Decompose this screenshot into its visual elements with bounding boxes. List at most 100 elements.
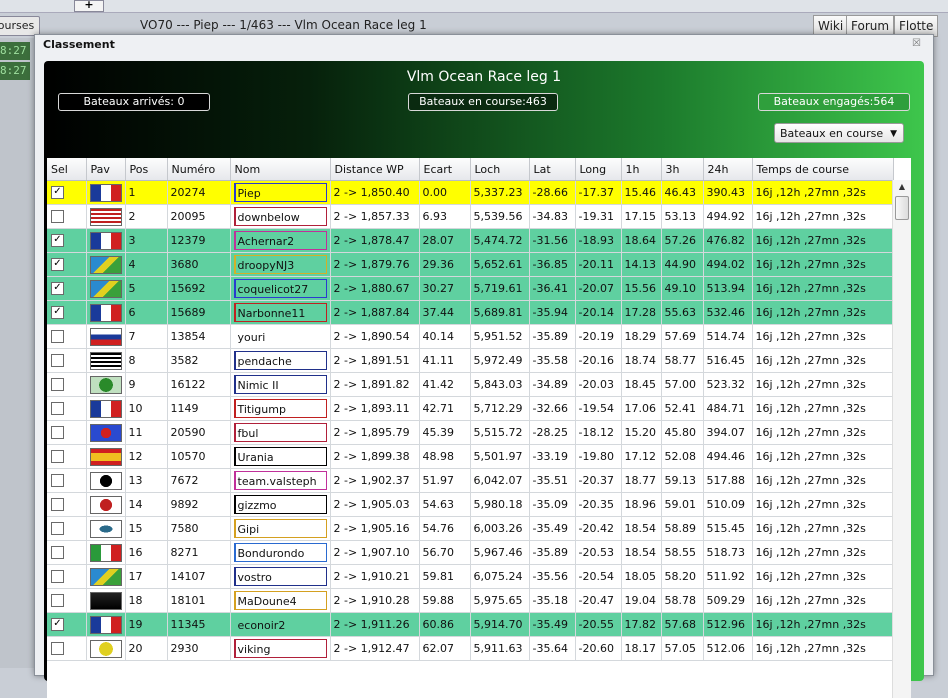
- scroll-thumb[interactable]: [895, 196, 909, 220]
- boat-name[interactable]: Titigump: [233, 399, 327, 418]
- select-checkbox[interactable]: ✓: [51, 234, 64, 247]
- select-checkbox[interactable]: [51, 594, 64, 607]
- table-row[interactable]: ✓ 6 15689 Narbonne11 2 -> 1,887.84 37.44 5,689…: [47, 300, 894, 325]
- boat-name[interactable]: MaDoune4: [233, 591, 327, 610]
- cell-long: -20.53: [575, 540, 622, 565]
- select-checkbox[interactable]: [51, 426, 64, 439]
- select-checkbox[interactable]: [51, 450, 64, 463]
- table-header: Sel Pav Pos Numéro Nom Distance WP Ecart Loch La…: [47, 158, 894, 181]
- column-header[interactable]: 24h: [703, 158, 753, 181]
- column-header[interactable]: Long: [575, 158, 622, 181]
- boat-name[interactable]: Narbonne11: [233, 303, 327, 322]
- table-row[interactable]: 16 8271 Bondurondo 2 -> 1,907.10 56.70 5,967.…: [47, 540, 894, 565]
- select-checkbox[interactable]: [51, 330, 64, 343]
- flag-icon: [89, 207, 122, 226]
- cell-lat: -35.09: [529, 492, 576, 517]
- cell-time: 16j ,12h ,27mn ,32s: [752, 516, 894, 541]
- table-row[interactable]: 8 3582 pendache 2 -> 1,891.51 41.11 5,972.49-…: [47, 348, 894, 373]
- boat-name[interactable]: youri: [233, 327, 327, 346]
- table-row[interactable]: 12 10570 Urania 2 -> 1,899.38 48.98 5,501.97-…: [47, 444, 894, 469]
- boat-name[interactable]: gizzmo: [233, 495, 327, 514]
- select-checkbox[interactable]: [51, 546, 64, 559]
- boat-name[interactable]: Achernar2: [233, 231, 327, 250]
- table-row[interactable]: 15 7580 Gipi 2 -> 1,905.16 54.76 6,003.26 -35.…: [47, 516, 894, 541]
- column-header[interactable]: Loch: [470, 158, 530, 181]
- boat-name[interactable]: team.valsteph: [233, 471, 327, 490]
- table-row[interactable]: ✓ 1 20274 Piep 2 -> 1,850.40 0.00 5,337.23 -28.…: [47, 180, 894, 205]
- boat-name[interactable]: Urania: [233, 447, 327, 466]
- column-header[interactable]: Sel: [47, 158, 87, 181]
- select-checkbox[interactable]: [51, 642, 64, 655]
- table-row[interactable]: 20 2930 viking 2 -> 1,912.47 62.07 5,911.63 -3…: [47, 636, 894, 661]
- column-header[interactable]: Pav: [86, 158, 126, 181]
- cell-lat: -36.85: [529, 252, 576, 277]
- close-icon[interactable]: ☒: [912, 38, 921, 49]
- scroll-up-icon[interactable]: ▲: [893, 180, 911, 194]
- boat-name[interactable]: Piep: [233, 183, 327, 202]
- boat-filter-select[interactable]: Bateaux en course ▼: [774, 123, 904, 143]
- select-checkbox[interactable]: ✓: [51, 306, 64, 319]
- cell-h1: 18.64: [621, 228, 662, 253]
- select-checkbox[interactable]: [51, 522, 64, 535]
- boat-name[interactable]: viking: [233, 639, 327, 658]
- table-row[interactable]: ✓ 19 11345 econoir2 2 -> 1,911.26 60.86 5,914.…: [47, 612, 894, 637]
- cell-time: 16j ,12h ,27mn ,32s: [752, 636, 894, 661]
- table-row[interactable]: 17 14107 vostro 2 -> 1,910.21 59.81 6,075.24-…: [47, 564, 894, 589]
- boat-name[interactable]: fbul: [233, 423, 327, 442]
- column-header[interactable]: 1h: [621, 158, 662, 181]
- boat-name[interactable]: droopyNJ3: [233, 255, 327, 274]
- new-tab-button[interactable]: +: [74, 0, 104, 12]
- boat-name[interactable]: Gipi: [233, 519, 327, 538]
- column-header[interactable]: Temps de course: [752, 158, 894, 181]
- select-cell: ✓: [47, 252, 87, 277]
- boat-name[interactable]: Bondurondo: [233, 543, 327, 562]
- table-row[interactable]: 13 7672 team.valsteph 2 -> 1,902.37 51.97 6,0…: [47, 468, 894, 493]
- table-row[interactable]: 9 16122 Nimic II 2 -> 1,891.82 41.42 5,843.03…: [47, 372, 894, 397]
- flag-cell: [86, 516, 126, 541]
- column-header[interactable]: Ecart: [419, 158, 471, 181]
- cell-time: 16j ,12h ,27mn ,32s: [752, 348, 894, 373]
- clock-1: 8:27: [0, 42, 30, 60]
- cell-dist: 2 -> 1,887.84: [330, 300, 420, 325]
- boat-name[interactable]: econoir2: [233, 615, 327, 634]
- select-checkbox[interactable]: [51, 378, 64, 391]
- table-row[interactable]: 7 13854 youri 2 -> 1,890.54 40.14 5,951.52 -35…: [47, 324, 894, 349]
- column-header[interactable]: Nom: [230, 158, 331, 181]
- select-checkbox[interactable]: [51, 570, 64, 583]
- column-header[interactable]: Distance WP: [330, 158, 420, 181]
- column-header[interactable]: Numéro: [167, 158, 231, 181]
- vertical-scrollbar[interactable]: ▲: [892, 180, 911, 698]
- table-row[interactable]: ✓ 3 12379 Achernar2 2 -> 1,878.47 28.07 5,474.…: [47, 228, 894, 253]
- select-checkbox[interactable]: [51, 354, 64, 367]
- boat-name[interactable]: pendache: [233, 351, 327, 370]
- column-header[interactable]: Pos: [125, 158, 168, 181]
- boat-name[interactable]: downbelow: [233, 207, 327, 226]
- boat-name[interactable]: coquelicot27: [233, 279, 327, 298]
- table-row[interactable]: 11 20590 fbul 2 -> 1,895.79 45.39 5,515.72 -28…: [47, 420, 894, 445]
- column-header[interactable]: 3h: [661, 158, 704, 181]
- column-header[interactable]: Lat: [529, 158, 576, 181]
- select-checkbox[interactable]: [51, 474, 64, 487]
- select-checkbox[interactable]: [51, 210, 64, 223]
- select-checkbox[interactable]: ✓: [51, 282, 64, 295]
- select-checkbox[interactable]: [51, 402, 64, 415]
- table-row[interactable]: ✓ 5 15692 coquelicot27 2 -> 1,880.67 30.27 5,7…: [47, 276, 894, 301]
- cell-h3: 58.77: [661, 348, 704, 373]
- boat-name[interactable]: Nimic II: [233, 375, 327, 394]
- cell-ecart: 54.76: [419, 516, 471, 541]
- select-checkbox[interactable]: [51, 498, 64, 511]
- cell-h24: 513.94: [703, 276, 753, 301]
- table-row[interactable]: 2 20095 downbelow 2 -> 1,857.33 6.93 5,539.56…: [47, 204, 894, 229]
- table-row[interactable]: 18 18101 MaDoune4 2 -> 1,910.28 59.88 5,975.6…: [47, 588, 894, 613]
- flag-cell: [86, 252, 126, 277]
- select-checkbox[interactable]: ✓: [51, 258, 64, 271]
- select-cell: [47, 372, 87, 397]
- select-checkbox[interactable]: ✓: [51, 186, 64, 199]
- select-checkbox[interactable]: ✓: [51, 618, 64, 631]
- courses-tab[interactable]: ourses: [0, 16, 40, 36]
- table-row[interactable]: 14 9892 gizzmo 2 -> 1,905.03 54.63 5,980.18 -3…: [47, 492, 894, 517]
- flag-cell: [86, 492, 126, 517]
- boat-name[interactable]: vostro: [233, 567, 327, 586]
- table-row[interactable]: ✓ 4 3680 droopyNJ3 2 -> 1,879.76 29.36 5,652.6…: [47, 252, 894, 277]
- table-row[interactable]: 10 1149 Titigump 2 -> 1,893.11 42.71 5,712.29…: [47, 396, 894, 421]
